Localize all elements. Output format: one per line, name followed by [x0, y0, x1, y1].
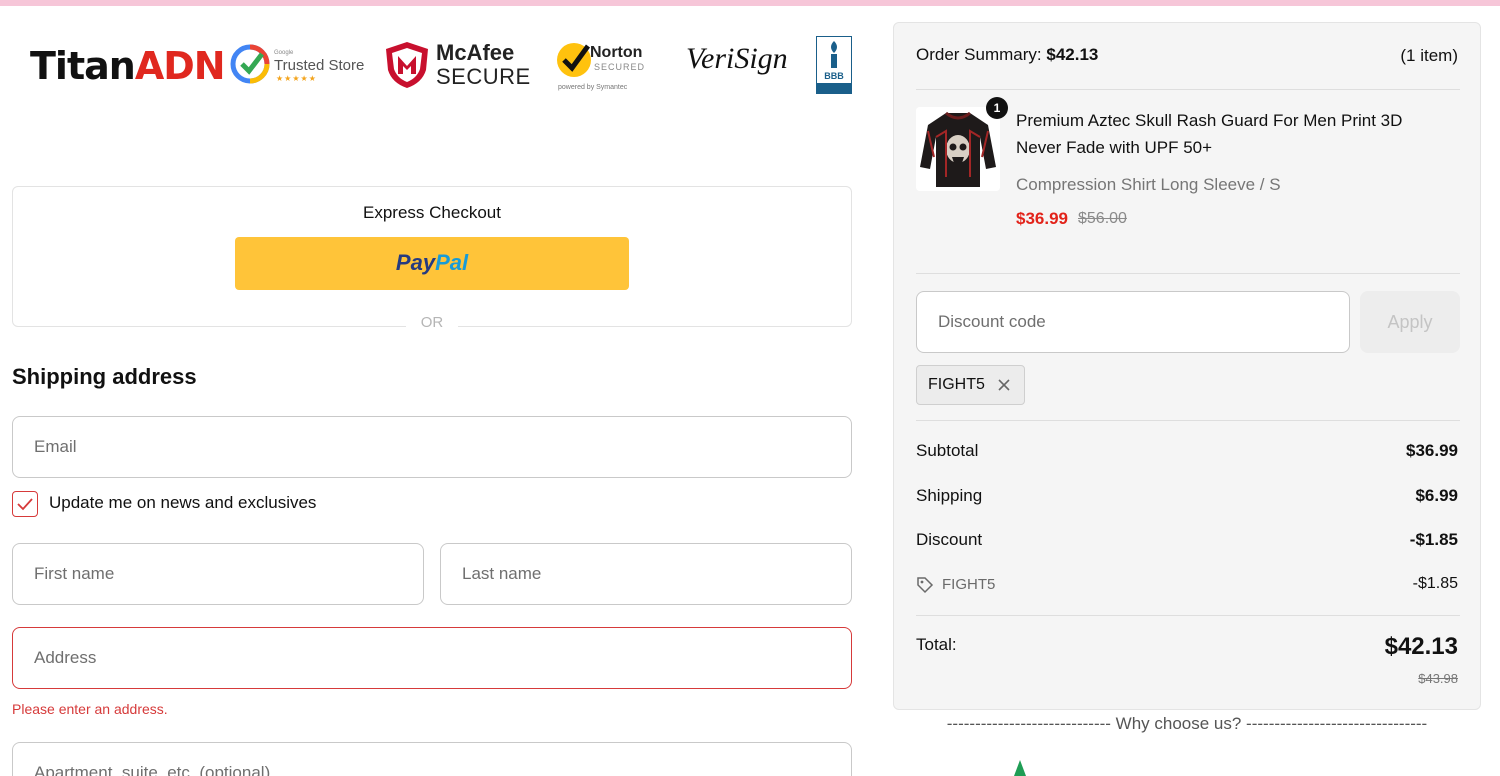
mcafee-secure-badge: McAfee SECURE — [384, 40, 530, 90]
bbb-badge: BBB — [816, 36, 852, 94]
trusted-check-icon — [230, 44, 270, 84]
order-summary-panel: Order Summary: $42.13 (1 item) 1 Premium… — [893, 22, 1481, 710]
express-checkout-title: Express Checkout — [363, 203, 501, 222]
email-field[interactable] — [12, 416, 852, 478]
trust-badges: TitanADN Google Trusted Store ★★★★★ McAf… — [30, 34, 854, 98]
newsletter-label: Update me on news and exclusives — [49, 493, 317, 512]
divider — [916, 420, 1460, 421]
why-choose-us-heading: ----------------------------- Why choose… — [946, 714, 1428, 733]
trusted-store-badge: Google Trusted Store ★★★★★ — [230, 42, 366, 88]
product-thumbnail — [916, 107, 1000, 191]
product-price: $36.99 — [1016, 209, 1068, 228]
applied-discount-code: FIGHT5 — [928, 376, 985, 393]
subtotal-value: $36.99 — [1406, 441, 1458, 460]
bbb-torch-icon — [831, 41, 837, 68]
product-title: Premium Aztec Skull Rash Guard For Men P… — [1016, 111, 1403, 157]
tree-icon — [1014, 760, 1026, 776]
quantity-badge: 1 — [986, 97, 1008, 119]
order-summary-title: Order Summary: $42.13 — [916, 45, 1099, 64]
discount-value: -$1.85 — [1409, 530, 1458, 549]
or-divider: OR — [406, 314, 458, 331]
store-logo[interactable]: TitanADN — [30, 44, 226, 88]
verisign-badge: VeriSign — [686, 42, 788, 75]
mcafee-shield-icon — [386, 42, 428, 88]
total-value: $42.13 — [1384, 633, 1458, 660]
applied-discount-chip: FIGHT5 — [916, 365, 1025, 405]
product-variant: Compression Shirt Long Sleeve / S — [1016, 175, 1281, 194]
subtotal-label: Subtotal — [916, 441, 979, 460]
tag-icon — [917, 577, 934, 594]
norton-check-icon — [557, 43, 591, 77]
address-field[interactable] — [12, 627, 852, 689]
apartment-field[interactable] — [12, 742, 852, 776]
shipping-address-title: Shipping address — [12, 364, 197, 389]
top-accent-bar — [0, 0, 1500, 6]
divider — [916, 273, 1460, 274]
shipping-value: $6.99 — [1415, 486, 1458, 505]
shipping-label: Shipping — [916, 486, 983, 505]
item-count: (1 item) — [1400, 46, 1458, 65]
address-error-message: Please enter an address. — [12, 701, 168, 717]
checkmark-icon — [17, 498, 33, 511]
norton-secured-badge: Norton SECURED powered by Symantec — [554, 38, 660, 96]
divider — [916, 89, 1460, 90]
paypal-logo: PayPal — [395, 250, 469, 275]
discount-code-value: -$1.85 — [1412, 575, 1458, 592]
discount-label: Discount — [916, 530, 983, 549]
divider — [916, 615, 1460, 616]
last-name-field[interactable] — [440, 543, 852, 605]
product-compare-price: $56.00 — [1078, 210, 1127, 227]
order-summary-total: $42.13 — [1046, 45, 1099, 64]
total-label: Total: — [916, 635, 957, 654]
discount-code-input[interactable] — [916, 291, 1350, 353]
paypal-button[interactable]: PayPal — [235, 237, 629, 290]
rating-stars-icon: ★★★★★ — [276, 74, 317, 83]
newsletter-checkbox[interactable] — [12, 491, 38, 517]
express-checkout-panel: Express Checkout PayPal — [12, 186, 852, 327]
shirt-image — [916, 107, 1000, 191]
apply-discount-button[interactable]: Apply — [1360, 291, 1460, 353]
close-icon[interactable] — [995, 376, 1013, 394]
total-compare-value: $43.98 — [1418, 671, 1458, 686]
first-name-field[interactable] — [12, 543, 424, 605]
